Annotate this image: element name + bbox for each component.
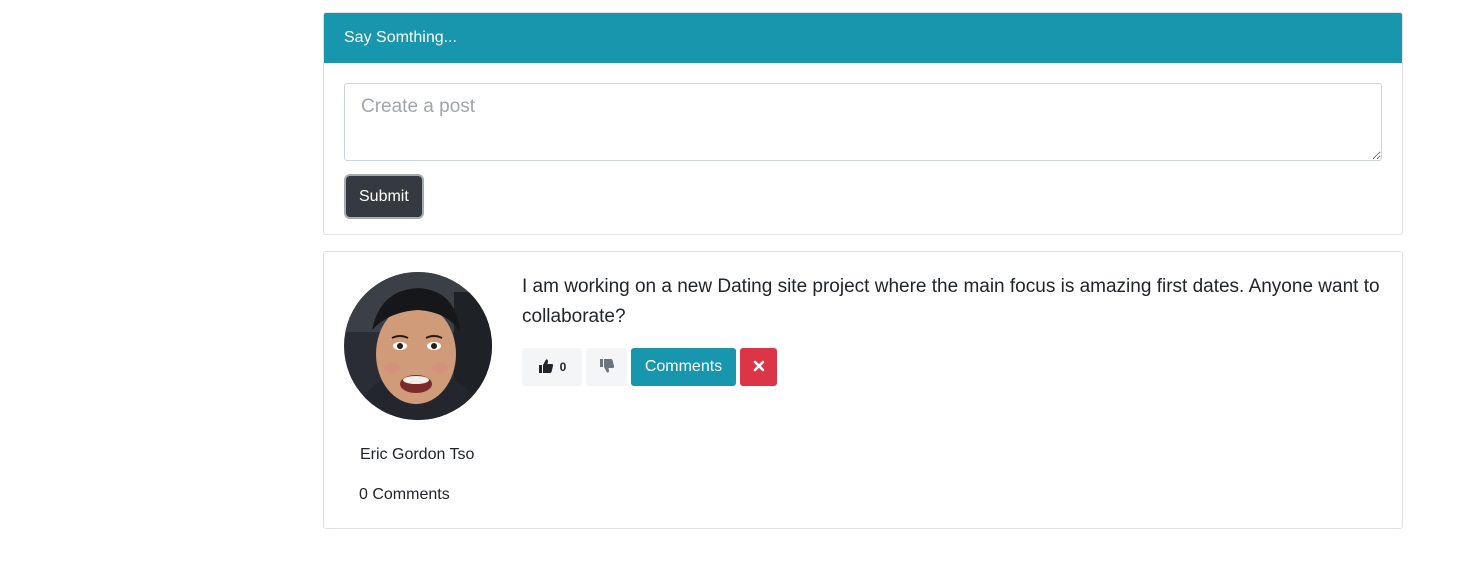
post-actions: 0 Comments <box>522 348 777 386</box>
comment-count: 0 Comments <box>359 486 450 503</box>
comments-button[interactable]: Comments <box>631 348 736 386</box>
post-text: I am working on a new Dating site projec… <box>522 276 1380 327</box>
delete-button[interactable] <box>740 348 777 386</box>
avatar[interactable] <box>344 272 492 420</box>
post-form-card: Say Somthing... Submit <box>323 12 1403 235</box>
post-form-body: Submit <box>324 63 1402 217</box>
post-textarea[interactable] <box>344 83 1382 161</box>
like-count: 0 <box>559 360 567 374</box>
author-name: Eric Gordon Tso <box>360 446 475 463</box>
post-form-header: Say Somthing... <box>324 13 1402 63</box>
post-card: Eric Gordon Tso 0 Comments I am working … <box>323 251 1403 529</box>
thumbs-down-icon <box>599 358 615 377</box>
submit-button[interactable]: Submit <box>346 176 422 217</box>
like-button[interactable]: 0 <box>522 348 582 386</box>
avatar-image <box>344 272 492 420</box>
close-icon <box>753 360 765 375</box>
dislike-button[interactable] <box>586 348 627 386</box>
thumbs-up-icon <box>538 358 554 377</box>
